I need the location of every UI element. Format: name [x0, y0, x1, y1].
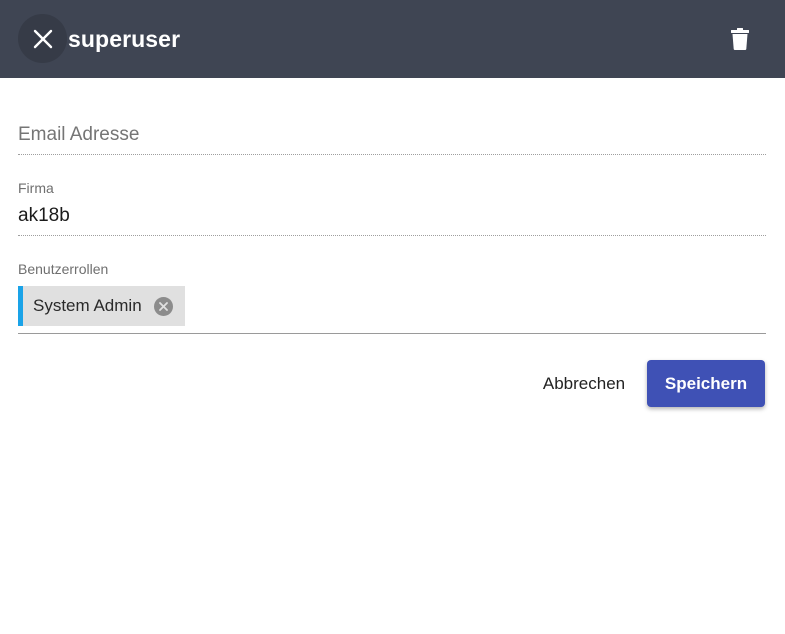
email-field[interactable]: Email Adresse: [18, 112, 766, 155]
roles-label: Benutzerrollen: [18, 261, 109, 277]
role-chip-label: System Admin: [33, 296, 142, 315]
save-button[interactable]: Speichern: [647, 360, 765, 407]
role-chip[interactable]: System Admin: [18, 286, 185, 326]
dialog-header: superuser: [0, 0, 785, 78]
company-field[interactable]: Firma ak18b: [18, 176, 766, 236]
edit-user-dialog: superuser Email Adresse Firma ak18b Benu…: [0, 0, 785, 634]
roles-field[interactable]: Benutzerrollen System Admin: [18, 257, 766, 334]
cancel-button[interactable]: Abbrechen: [530, 360, 638, 407]
remove-circle-icon: [158, 301, 168, 311]
email-placeholder: Email Adresse: [18, 124, 140, 145]
close-icon: [33, 29, 52, 48]
close-button[interactable]: [18, 14, 67, 63]
dialog-actions: Abbrechen Speichern: [0, 360, 785, 408]
delete-button[interactable]: [722, 20, 758, 58]
trash-icon: [731, 28, 749, 50]
company-label: Firma: [18, 180, 54, 196]
remove-role-button[interactable]: [153, 296, 173, 316]
company-value[interactable]: ak18b: [18, 204, 70, 228]
dialog-title: superuser: [68, 26, 181, 52]
